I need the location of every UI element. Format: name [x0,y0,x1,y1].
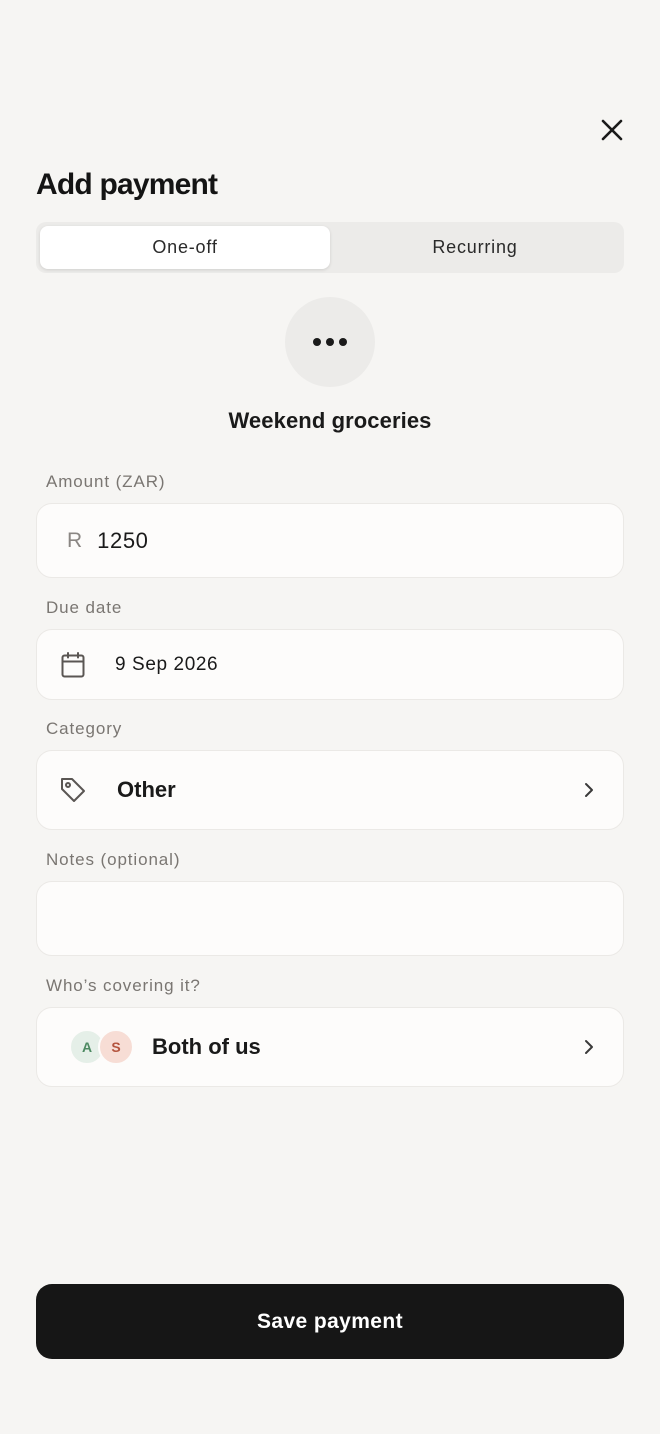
category-selector[interactable]: Other [36,750,624,830]
amount-label: Amount (ZAR) [46,472,166,491]
currency-symbol: R [67,528,83,552]
page-title: Add payment [36,168,218,201]
covering-value: Both of us [152,1034,261,1059]
avatar: S [98,1029,134,1065]
category-value: Other [117,777,176,802]
notes-label: Notes (optional) [46,850,181,869]
avatar-group: A S [69,1029,137,1065]
payment-type-toggle: One-off Recurring [36,222,624,273]
payment-name: Weekend groceries [228,408,432,433]
amount-field[interactable]: R 1250 [36,503,624,578]
payment-icon-button[interactable] [285,297,375,387]
close-icon [601,119,623,141]
close-button[interactable] [596,114,628,146]
due-date-label: Due date [46,598,123,617]
calendar-icon [61,651,85,677]
tab-one-off[interactable]: One-off [40,226,330,269]
covering-label: Who’s covering it? [46,976,201,995]
chevron-right-icon [585,1040,593,1054]
due-date-field[interactable]: 9 Sep 2026 [36,629,624,700]
save-payment-button[interactable]: Save payment [36,1284,624,1359]
covering-selector[interactable]: A S Both of us [36,1007,624,1087]
chevron-right-icon [585,783,593,797]
add-payment-screen: Add payment One-off Recurring Weekend gr… [0,0,660,1434]
amount-value: 1250 [97,527,149,553]
tab-recurring[interactable]: Recurring [330,226,620,269]
due-date-value: 9 Sep 2026 [115,653,219,675]
more-horizontal-icon [313,338,347,346]
tag-icon [61,778,85,802]
category-label: Category [46,719,123,738]
notes-input[interactable] [36,881,624,956]
